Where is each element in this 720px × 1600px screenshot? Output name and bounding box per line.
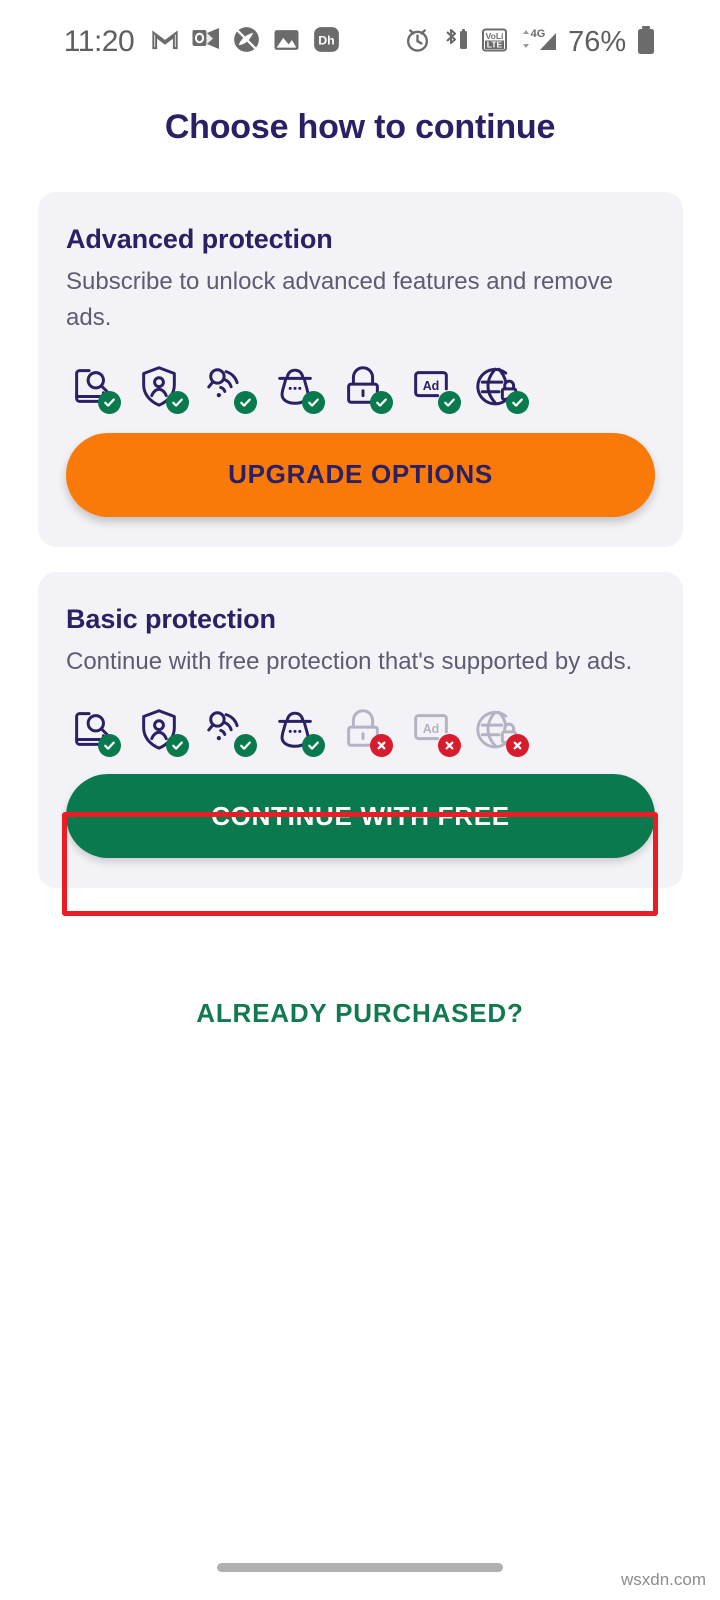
photos-icon — [273, 28, 300, 57]
feature-icon-row-advanced: Ad — [66, 363, 655, 414]
enabled-check-badge — [234, 390, 257, 414]
already-purchased-link[interactable]: ALREADY PURCHASED? — [0, 998, 720, 1029]
basic-protection-card[interactable]: Basic protection Continue with free prot… — [38, 572, 683, 889]
page-title: Choose how to continue — [164, 108, 556, 146]
svg-text:LTE: LTE — [487, 39, 503, 49]
vpn-globe-lock-icon — [476, 363, 529, 414]
spy-detective-icon — [272, 706, 325, 758]
card-title-basic: Basic protection — [66, 604, 276, 634]
card-title-advanced: Advanced protection — [66, 224, 333, 254]
svg-text:Dh: Dh — [318, 34, 334, 48]
card-description-basic: Continue with free protection that's sup… — [66, 648, 633, 675]
outlook-icon — [192, 27, 220, 58]
lock-icon — [340, 706, 393, 758]
enabled-check-badge — [166, 390, 189, 414]
status-bar-right: VoLi LTE 4G 76% — [404, 25, 656, 60]
bluetooth-battery-icon — [441, 26, 471, 59]
status-bar-left: 11:20 Dh — [64, 26, 340, 59]
watermark-label: wsxdn.com — [620, 1570, 706, 1589]
phone-scan-icon — [68, 706, 121, 758]
feature-icon-row-basic: Ad — [66, 706, 655, 758]
gesture-navigation-bar[interactable] — [217, 1563, 503, 1572]
phone-screen: 11:20 Dh VoLi LTE 4G 76% Choose how to c… — [0, 0, 720, 1600]
circle-app-icon — [233, 26, 260, 58]
shield-identity-icon — [136, 706, 189, 758]
volte-icon: VoLi LTE — [481, 27, 508, 58]
upgrade-options-button[interactable]: UPGRADE OPTIONS — [66, 432, 655, 517]
svg-text:Ad: Ad — [423, 722, 440, 736]
enabled-check-badge — [506, 390, 529, 414]
disabled-cross-badge — [370, 734, 393, 758]
alarm-icon — [404, 26, 431, 58]
enabled-check-badge — [98, 390, 121, 414]
status-bar: 11:20 Dh VoLi LTE 4G 76% — [0, 0, 720, 84]
gmail-icon — [151, 26, 179, 59]
svg-text:4G: 4G — [531, 28, 546, 40]
hotstar-icon: Dh — [313, 26, 340, 58]
wifi-scan-icon — [204, 706, 257, 758]
enabled-check-badge — [370, 390, 393, 414]
lock-icon — [340, 363, 393, 414]
status-clock: 11:20 — [63, 25, 135, 58]
disabled-cross-badge — [506, 734, 529, 758]
enabled-check-badge — [166, 734, 189, 758]
svg-text:Ad: Ad — [423, 379, 440, 393]
enabled-check-badge — [234, 734, 257, 758]
enabled-check-badge — [302, 734, 325, 758]
continue-with-free-button[interactable]: CONTINUE WITH FREE — [66, 774, 655, 859]
disabled-cross-badge — [438, 734, 461, 758]
battery-percent-label: 76% — [568, 25, 627, 58]
enabled-check-badge — [98, 734, 121, 758]
ad-block-icon: Ad — [408, 363, 461, 414]
enabled-check-badge — [302, 390, 325, 414]
battery-icon — [636, 25, 656, 60]
spy-detective-icon — [272, 363, 325, 414]
vpn-globe-lock-icon — [476, 706, 529, 758]
signal-4g-icon: 4G — [518, 26, 558, 59]
advanced-protection-card[interactable]: Advanced protection Subscribe to unlock … — [38, 192, 683, 547]
ad-block-icon: Ad — [408, 706, 461, 758]
wifi-scan-icon — [204, 363, 257, 414]
shield-identity-icon — [136, 363, 189, 414]
enabled-check-badge — [438, 390, 461, 414]
phone-scan-icon — [68, 363, 121, 414]
card-description-advanced: Subscribe to unlock advanced features an… — [66, 268, 613, 332]
